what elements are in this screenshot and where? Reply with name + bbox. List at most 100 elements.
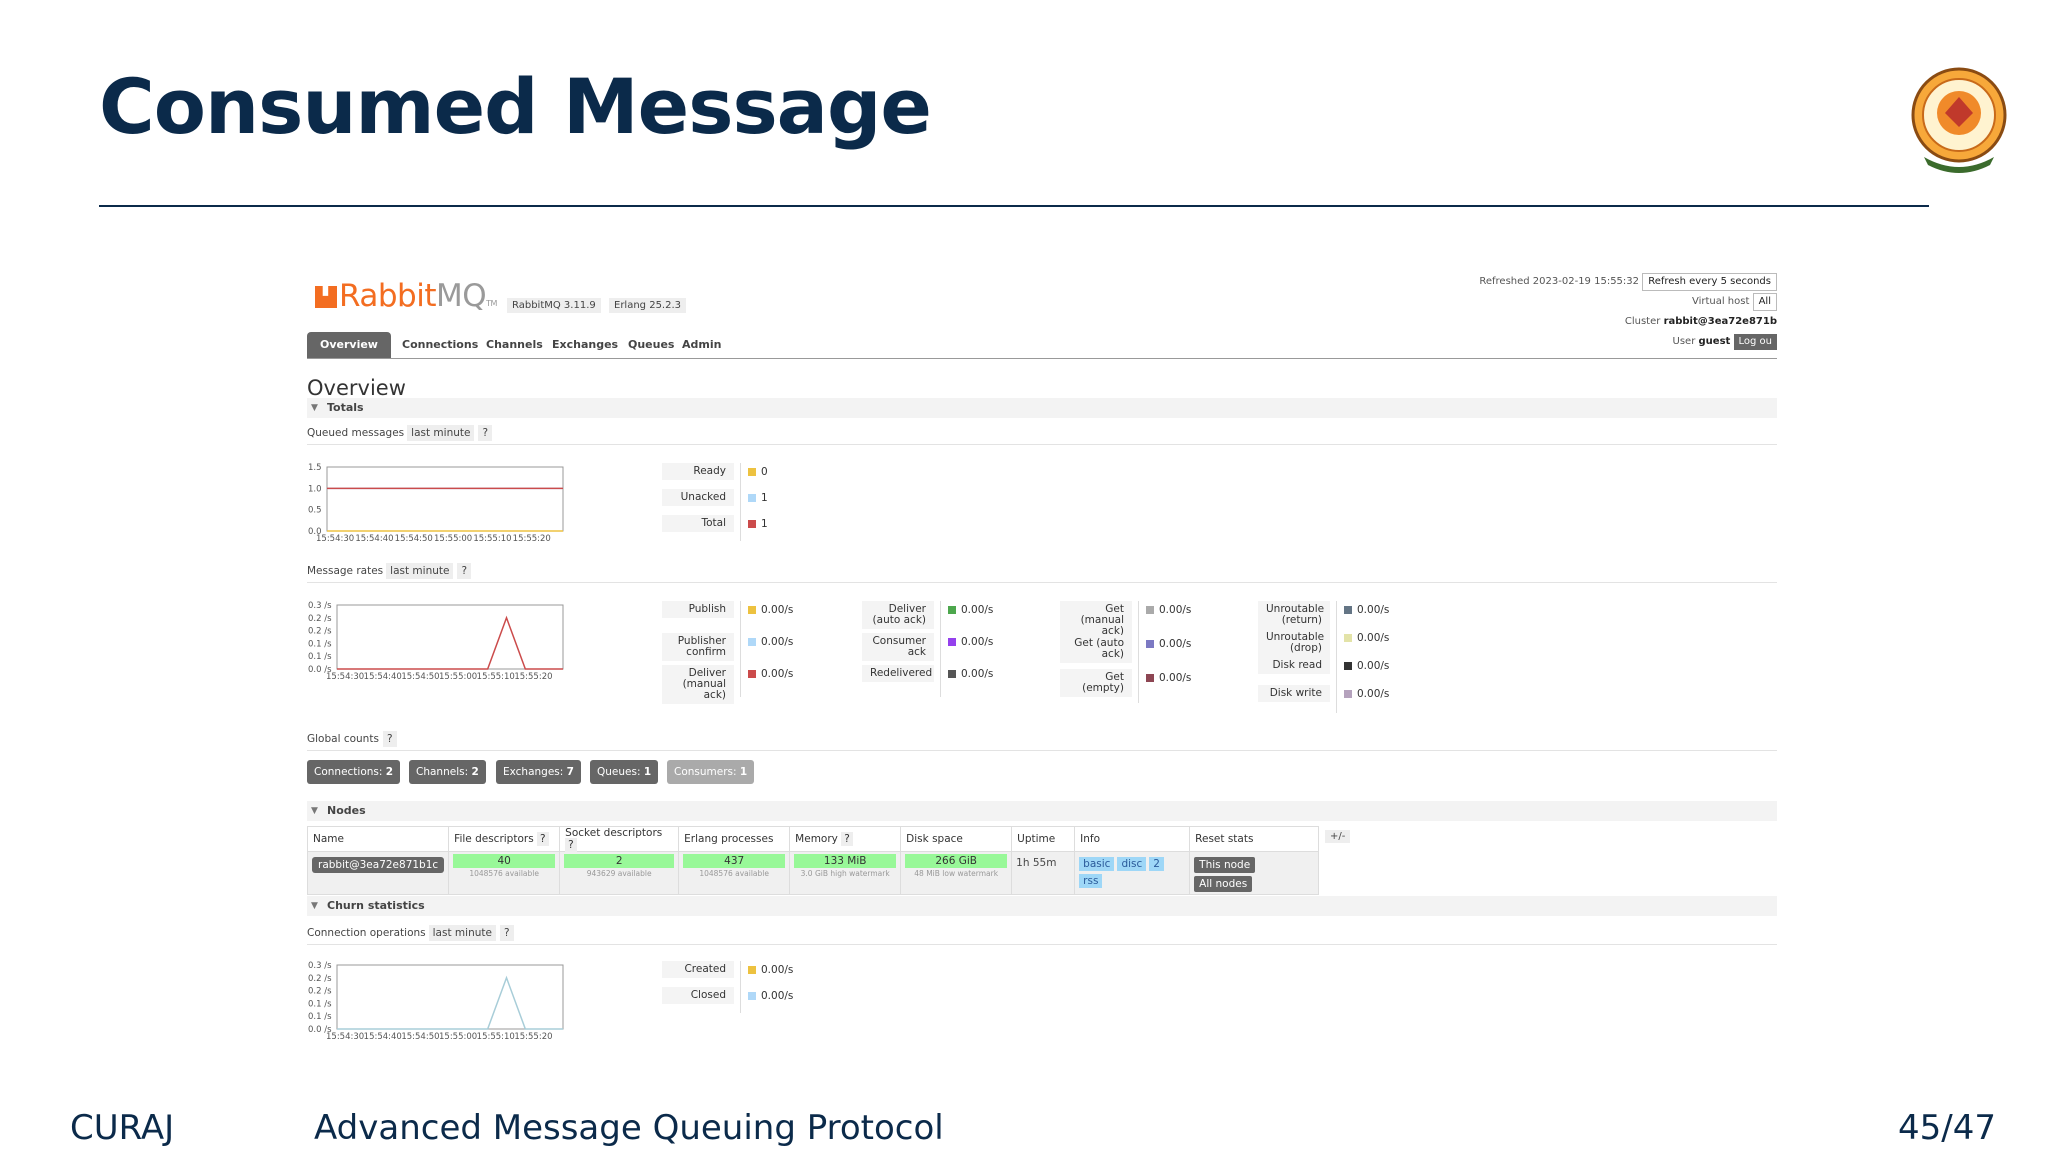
legend-separator (940, 601, 941, 697)
channels-count-button[interactable]: Channels: 2 (409, 760, 486, 784)
divider (307, 444, 1777, 445)
connection-operations-label: Connection operations last minute? (307, 925, 514, 941)
x-tick-label: 15:55:20 (514, 1032, 552, 1042)
x-tick-label: 15:55:00 (434, 534, 472, 544)
legend-swatch (748, 670, 756, 678)
refresh-select[interactable]: Refresh every 5 seconds (1642, 273, 1777, 291)
vhost-label: Virtual host (1691, 296, 1750, 307)
y-tick-label: 0.2 /s (308, 614, 332, 624)
legend-value: 0.00/s (1344, 604, 1389, 616)
collapse-icon: ▼ (311, 901, 318, 911)
nodes-section[interactable]: ▼ Nodes (307, 801, 1777, 821)
legend-label: Unroutable (return) (1258, 601, 1330, 629)
legend-value: 0.00/s (748, 990, 793, 1002)
connections-count-button[interactable]: Connections: 2 (307, 760, 401, 784)
help-icon[interactable]: ? (565, 838, 577, 852)
info-tag: disc (1117, 857, 1147, 871)
y-tick-label: 0.2 /s (308, 974, 332, 984)
legend-label: Ready (662, 463, 734, 480)
queued-messages-chart: 1.51.00.50.015:54:30 15:54:40 15:54:50 15:5… (308, 463, 564, 544)
legend-value: 0 (748, 466, 768, 478)
fd-cell: 40 1048576 available (448, 851, 561, 895)
help-icon[interactable]: ? (537, 832, 549, 846)
queues-count-button[interactable]: Queues: 1 (590, 760, 659, 784)
divider (307, 582, 1777, 583)
y-tick-label: 0.1 /s (308, 652, 332, 662)
help-icon[interactable]: ? (382, 731, 397, 747)
reset-this-node-button[interactable]: This node (1194, 857, 1256, 873)
y-tick-label: 0.3 /s (308, 961, 332, 971)
range-select[interactable]: last minute (407, 425, 475, 441)
legend-value: 0.00/s (948, 604, 993, 616)
collapse-icon: ▼ (311, 806, 318, 816)
x-tick-label: 15:54:50 (401, 1032, 439, 1042)
range-select[interactable]: last minute (428, 925, 496, 941)
y-tick-label: 0.1 /s (308, 639, 332, 649)
legend-swatch (1344, 662, 1352, 670)
plot-frame (336, 964, 564, 1030)
columns-toggle-button[interactable]: +/- (1325, 830, 1351, 843)
help-icon[interactable]: ? (499, 925, 514, 941)
y-tick-label: 0.1 /s (308, 1012, 332, 1022)
x-tick-label: 15:55:10 (477, 1032, 515, 1042)
reset-all-nodes-button[interactable]: All nodes (1194, 876, 1253, 892)
col-memory: Memory ? (789, 826, 902, 852)
x-tick-label: 15:54:50 (395, 534, 433, 544)
legend-value: 1 (748, 492, 768, 504)
ep-cell: 437 1048576 available (678, 851, 791, 895)
x-tick-label: 15:55:10 (473, 534, 511, 544)
info-cell: basic disc 2 rss (1074, 851, 1191, 895)
uptime-cell: 1h 55m (1011, 851, 1076, 895)
col-info: Info (1074, 826, 1191, 852)
col-socket-descriptors: Socket descriptors ? (559, 826, 680, 852)
churn-section[interactable]: ▼ Churn statistics (307, 896, 1777, 916)
legend-swatch (748, 638, 756, 646)
vhost-select[interactable]: All (1752, 293, 1777, 311)
legend-value: 0.00/s (748, 964, 793, 976)
tab-overview[interactable]: Overview (307, 332, 391, 358)
rabbitmq-logo: RabbitMQTM (315, 278, 497, 314)
overview-heading: Overview (307, 376, 406, 400)
legend-label: Deliver (manual ack) (662, 665, 734, 704)
legend-swatch (748, 966, 756, 974)
legend-separator (1138, 601, 1139, 703)
legend-swatch (748, 468, 756, 476)
nodes-table: Name File descriptors ? Socket descripto… (306, 826, 1320, 895)
legend-label: Deliver (auto ack) (862, 601, 934, 629)
legend-label: Total (662, 515, 734, 532)
node-name-cell: rabbit@3ea72e871b1c (306, 851, 450, 895)
col-file-descriptors: File descriptors ? (448, 826, 561, 852)
legend-label: Get (auto ack) (1060, 635, 1132, 663)
help-icon[interactable]: ? (457, 563, 472, 579)
global-counts-label: Global counts? (307, 731, 397, 747)
col-name: Name (306, 826, 450, 852)
divider (307, 750, 1777, 751)
legend-value: 0.00/s (1344, 688, 1389, 700)
legend-swatch (1344, 606, 1352, 614)
main-tabs: Overview Connections Channels Exchanges … (307, 332, 1777, 359)
help-icon[interactable]: ? (478, 425, 493, 441)
x-tick-label: 15:54:30 (326, 1032, 364, 1042)
x-tick-label: 15:55:10 (477, 672, 515, 682)
range-select[interactable]: last minute (386, 563, 454, 579)
consumers-count-button[interactable]: Consumers: 1 (667, 760, 755, 784)
legend-separator (740, 601, 741, 697)
totals-section[interactable]: ▼ Totals (307, 398, 1777, 418)
legend-value: 0.00/s (748, 636, 793, 648)
col-reset-stats: Reset stats (1189, 826, 1320, 852)
queued-messages-label: Queued messages last minute? (307, 425, 493, 441)
table-header-row: Name File descriptors ? Socket descripto… (306, 826, 1320, 852)
x-tick-label: 15:54:30 (326, 672, 364, 682)
exchanges-count-button[interactable]: Exchanges: 7 (496, 760, 581, 784)
footer-course: Advanced Message Queuing Protocol (314, 1108, 944, 1148)
legend-separator (1336, 601, 1337, 713)
node-name-link[interactable]: rabbit@3ea72e871b1c (312, 857, 445, 873)
tab-admin[interactable]: Admin (669, 332, 734, 358)
help-icon[interactable]: ? (841, 832, 853, 846)
erlang-badge: Erlang 25.2.3 (609, 298, 687, 313)
disk-cell: 266 GiB 48 MiB low watermark (900, 851, 1013, 895)
legend-label: Disk write (1258, 685, 1330, 702)
legend-swatch (748, 520, 756, 528)
x-tick-label: 15:55:00 (439, 1032, 477, 1042)
legend-swatch (748, 494, 756, 502)
